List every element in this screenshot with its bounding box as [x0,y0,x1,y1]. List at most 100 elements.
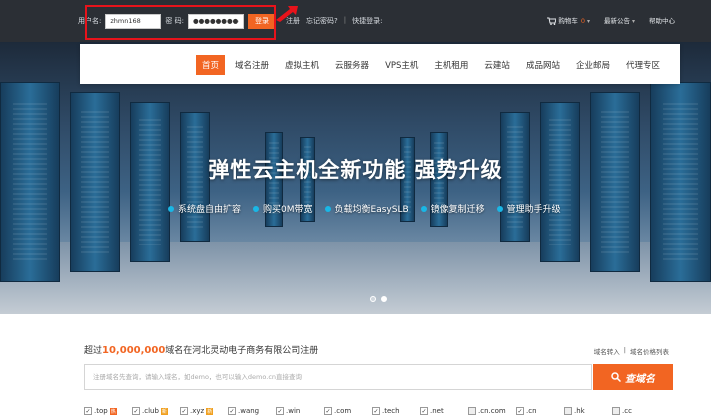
top-bar: 用户名: 密 码: 登录 注册 忘记密码? | 快捷登录: 购物车0▾ 最新公告… [0,0,711,42]
checkbox-checked-icon[interactable]: ✓ [324,407,332,415]
tld-name: .cn.com [478,407,506,415]
notice-link[interactable]: 最新公告 ▾ [604,15,635,25]
tld-option[interactable]: ✓ .top 热 [84,407,132,415]
chevron-down-icon: ▾ [586,18,590,25]
checkbox-checked-icon[interactable]: ✓ [228,407,236,415]
bullet-icon [496,205,503,212]
checkbox-icon[interactable] [612,407,620,415]
tld-name: .wang [238,407,260,415]
checkbox-checked-icon[interactable]: ✓ [372,407,380,415]
domain-links: 域名转入 | 域名价格列表 [594,346,669,356]
forgot-password-link[interactable]: 忘记密码? [306,16,338,26]
bullet-icon [253,205,260,212]
notice-label: 最新公告 [603,17,630,25]
nav-item-vps[interactable]: VPS主机 [379,55,424,75]
search-icon [611,372,621,382]
cart-label: 购物车 [558,17,578,25]
tld-name: .win [286,407,301,415]
tld-option[interactable]: ✓ .win [276,407,324,415]
tld-name: .hk [574,407,585,415]
feature-label: 管理助手升级 [506,205,561,215]
feature-label: 镜像复制迁移 [430,205,485,215]
carousel-pager [370,296,387,302]
hero-features: 系统盘自由扩容 购买0M带宽 负载均衡EasySLB 镜像复制迁移 管理助手升级 [168,202,561,215]
feature-label: 负载均衡EasySLB [334,205,409,215]
checkbox-checked-icon[interactable]: ✓ [276,407,284,415]
tld-option[interactable]: ✓ .wang [228,407,276,415]
carousel-dot-active[interactable] [381,296,387,302]
tld-option[interactable]: ✓ .net [420,407,468,415]
checkbox-checked-icon[interactable]: ✓ [516,407,524,415]
domain-transfer-link[interactable]: 域名转入 [594,346,620,356]
tld-name: .tech [382,407,400,415]
title-suffix: 域名在河北灵动电子商务有限公司注册 [165,346,319,356]
tld-option[interactable]: .cc [612,407,660,415]
checkbox-checked-icon[interactable]: ✓ [132,407,140,415]
checkbox-checked-icon[interactable]: ✓ [84,407,92,415]
nav-item-domain[interactable]: 域名注册 [229,55,275,75]
register-link[interactable]: 注册 [286,16,300,26]
search-button-label: 查域名 [625,373,655,385]
tld-option[interactable]: ✓ .tech [372,407,420,415]
tld-option[interactable]: .cn.com [468,407,516,415]
bullet-icon [324,205,331,212]
nav-item-hosting[interactable]: 虚拟主机 [279,55,325,75]
carousel-dot[interactable] [370,296,376,302]
nav-item-home[interactable]: 首页 [196,55,226,75]
nav-item-server-rental[interactable]: 主机租用 [428,55,474,75]
bullet-icon [420,205,427,212]
tld-list: ✓ .top 热 ✓ .club 新 ✓ .xyz 新 ✓ .wang ✓ .win ✓ .com ✓ .tec… [84,407,660,415]
tld-option[interactable]: ✓ .xyz 新 [180,407,228,415]
checkbox-icon[interactable] [468,407,476,415]
hero-feature: 购买0M带宽 [253,202,313,215]
tld-name: .com [334,407,352,415]
cart-icon [547,17,557,26]
link-separator: | [343,16,347,24]
nav-item-cloud-server[interactable]: 云服务器 [329,55,375,75]
domain-price-link[interactable]: 域名价格列表 [630,346,669,356]
nav-items: 首页 域名注册 虚拟主机 云服务器 VPS主机 主机租用 云建站 成品网站 企业… [196,55,670,75]
tld-badge: 热 [109,407,117,415]
tld-name: .cn [526,407,537,415]
nav-item-email[interactable]: 企业邮局 [570,55,616,75]
domain-search-button[interactable]: 查域名 [593,364,673,390]
tld-badge: 新 [160,407,168,415]
nav-item-site-builder[interactable]: 云建站 [478,55,516,75]
tld-option[interactable]: .hk [564,407,612,415]
nav-item-ready-sites[interactable]: 成品网站 [520,55,566,75]
account-links: 注册 忘记密码? | 快捷登录: [286,16,382,26]
title-number: 10,000,000 [102,345,166,356]
title-prefix: 超过 [84,346,103,356]
link-separator: | [623,346,626,354]
hero-title: 弹性云主机全新功能 强势升级 [208,158,503,182]
tld-name: .xyz [190,407,205,415]
checkbox-checked-icon[interactable]: ✓ [180,407,188,415]
top-right-links: 购物车 0 ▾ 最新公告 ▾ 帮助中心 [547,15,675,26]
tld-option[interactable]: ✓ .com [324,407,372,415]
hero-feature: 管理助手升级 [496,202,561,215]
checkbox-icon[interactable] [564,407,572,415]
chevron-down-icon: ▾ [631,18,635,25]
tld-option[interactable]: ✓ .club 新 [132,407,180,415]
bullet-icon [168,205,174,212]
tld-name: .cc [622,407,632,415]
tld-name: .net [430,407,444,415]
checkbox-checked-icon[interactable]: ✓ [420,407,428,415]
tld-name: .top [94,407,108,415]
domain-search-input[interactable] [84,364,592,390]
nav-item-agent[interactable]: 代理专区 [620,55,666,75]
tld-badge: 新 [206,407,214,415]
feature-label: 系统盘自由扩容 [178,205,242,215]
tld-option[interactable]: ✓ .cn [516,407,564,415]
hero-feature: 系统盘自由扩容 [168,202,241,215]
cart-link[interactable]: 购物车 0 ▾ [547,15,590,26]
feature-label: 购买0M带宽 [263,205,313,215]
hero-feature: 镜像复制迁移 [420,202,485,215]
tld-name: .club [142,407,159,415]
domain-search-section: 超过10,000,000域名在河北灵动电子商务有限公司注册 域名转入 | 域名价… [0,314,711,416]
help-link[interactable]: 帮助中心 [649,15,675,25]
main-nav: 首页 域名注册 虚拟主机 云服务器 VPS主机 主机租用 云建站 成品网站 企业… [80,44,680,84]
quick-login-label: 快捷登录: [352,17,383,25]
highlight-box [85,5,276,40]
hero-feature: 负载均衡EasySLB [324,202,409,215]
